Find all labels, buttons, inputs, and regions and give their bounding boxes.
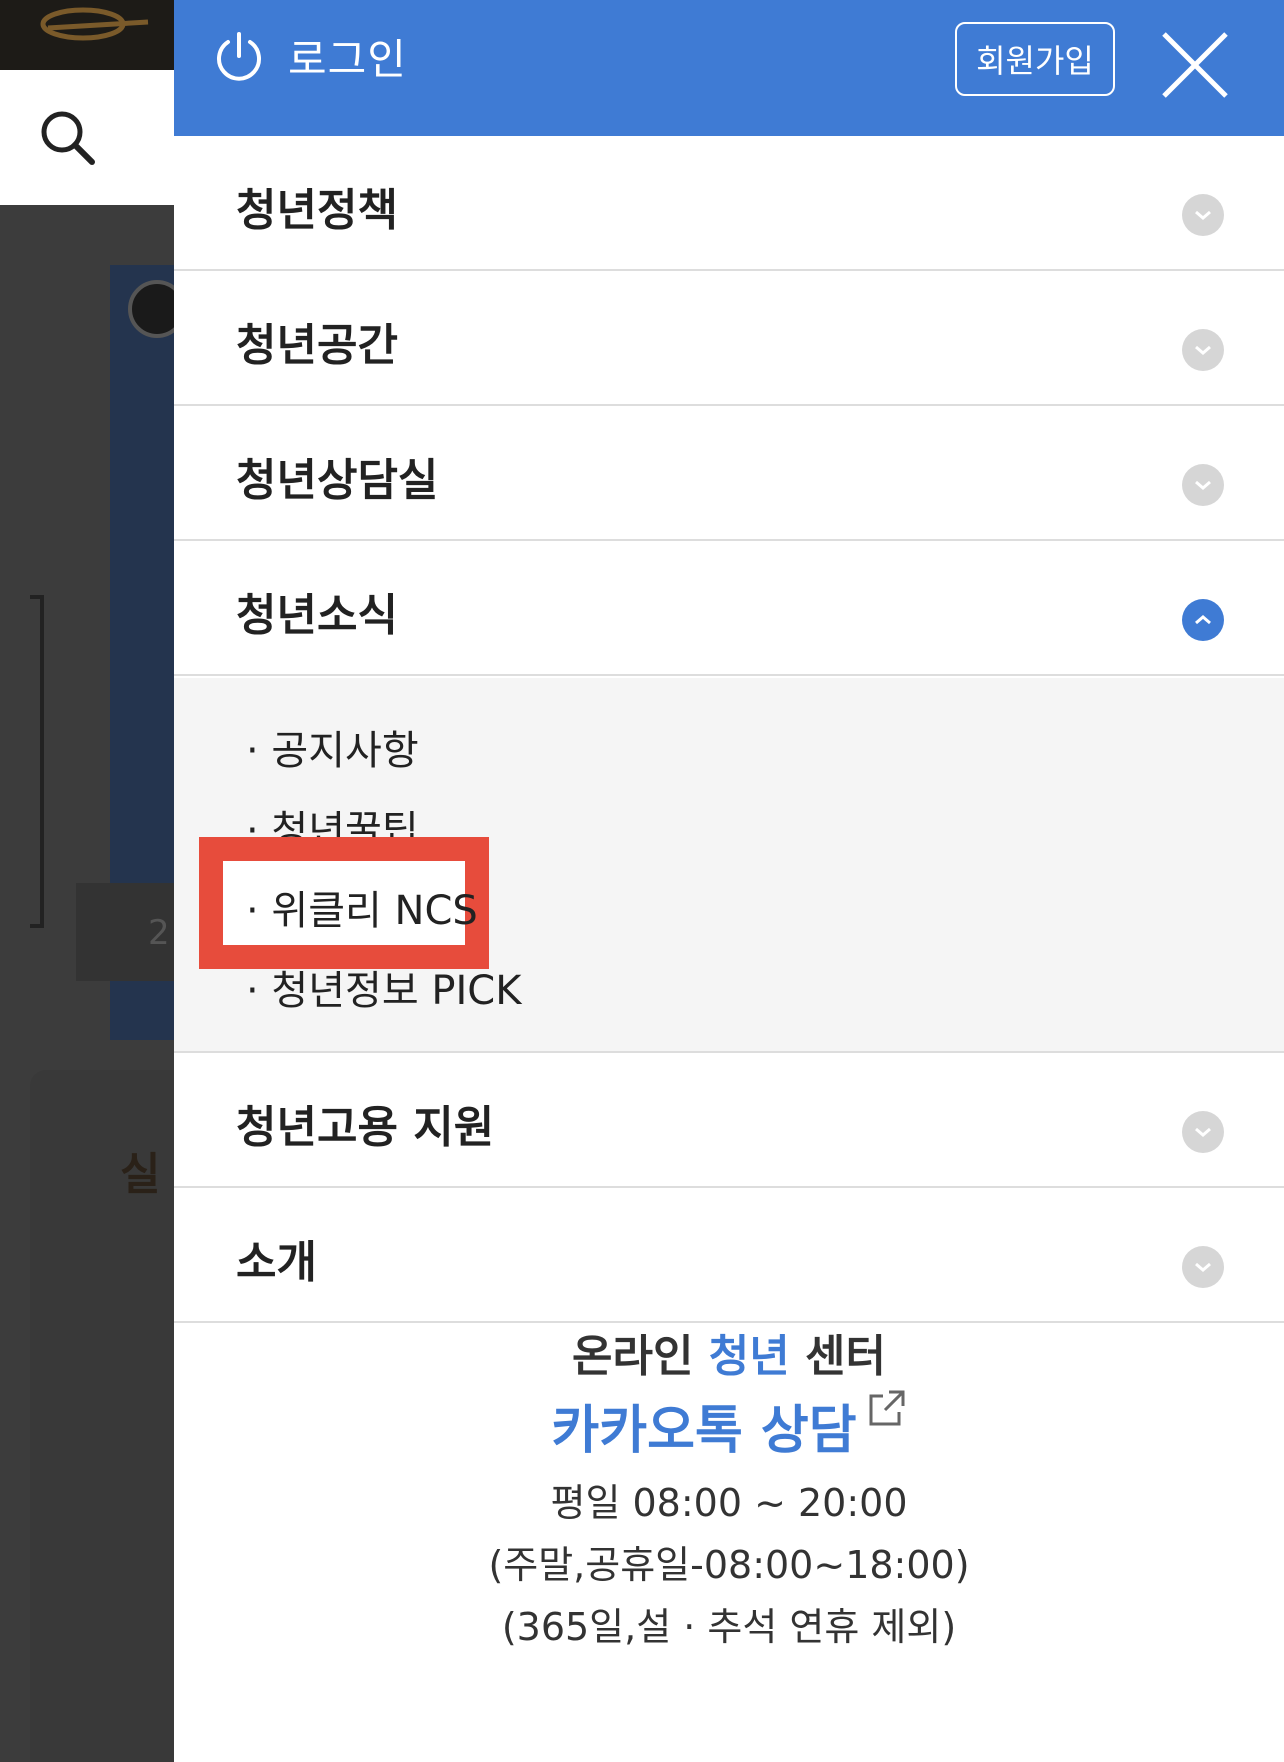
footer-title: 온라인 청년 센터	[571, 1331, 886, 1382]
hours-weekday: 평일 08:00 ~ 20:00	[550, 1481, 908, 1525]
logo-icon	[40, 7, 149, 41]
drawer-header: 로그인 회원가입	[174, 0, 1284, 136]
background-topbar	[0, 0, 174, 70]
submenu-item-weekly-ncs[interactable]: · 위클리 NCS	[246, 878, 478, 936]
power-icon[interactable]	[210, 28, 268, 86]
hours-weekend: (주말,공휴일-08:00~18:00)	[488, 1543, 970, 1587]
menu-item-youth-counseling[interactable]: 청년상담실	[174, 406, 1284, 541]
menu-label: 소개	[236, 1237, 317, 1288]
submenu-item-notice[interactable]: · 공지사항	[246, 718, 419, 776]
menu-item-youth-policy[interactable]: 청년정책	[174, 136, 1284, 271]
chevron-down-icon[interactable]	[1182, 329, 1224, 371]
signup-button[interactable]: 회원가입	[955, 22, 1115, 96]
background-chip: 2	[76, 883, 174, 981]
menu-label: 청년상담실	[236, 455, 439, 506]
chevron-down-icon[interactable]	[1182, 1246, 1224, 1288]
close-icon[interactable]	[1160, 30, 1230, 100]
side-drawer: 로그인 회원가입 청년정책 청년공간 청년상담실 청년소식 · 공지사항 · 청…	[174, 0, 1284, 1762]
menu-item-about[interactable]: 소개	[174, 1188, 1284, 1323]
menu-label: 청년정책	[236, 185, 398, 236]
external-link-icon	[869, 1390, 905, 1426]
chevron-up-icon[interactable]	[1182, 599, 1224, 641]
login-link[interactable]: 로그인	[288, 26, 407, 87]
menu-item-youth-employment[interactable]: 청년고용 지원	[174, 1053, 1284, 1188]
background-bracket	[30, 595, 44, 928]
menu-label: 청년공간	[236, 320, 398, 371]
hours-note: (365일,설 · 추석 연휴 제외)	[501, 1605, 957, 1649]
background-card-title: 실	[120, 1149, 161, 1200]
kakao-consult-link[interactable]: 카카오톡 상담	[174, 1388, 1284, 1463]
chevron-down-icon[interactable]	[1182, 464, 1224, 506]
menu-label: 청년고용 지원	[236, 1102, 495, 1153]
chevron-down-icon[interactable]	[1182, 1111, 1224, 1153]
background-search-button[interactable]	[0, 70, 174, 205]
search-icon	[41, 111, 95, 165]
menu-item-youth-space[interactable]: 청년공간	[174, 271, 1284, 406]
menu-item-youth-news[interactable]: 청년소식	[174, 541, 1284, 676]
chevron-down-icon[interactable]	[1182, 194, 1224, 236]
menu-label: 청년소식	[236, 590, 398, 641]
